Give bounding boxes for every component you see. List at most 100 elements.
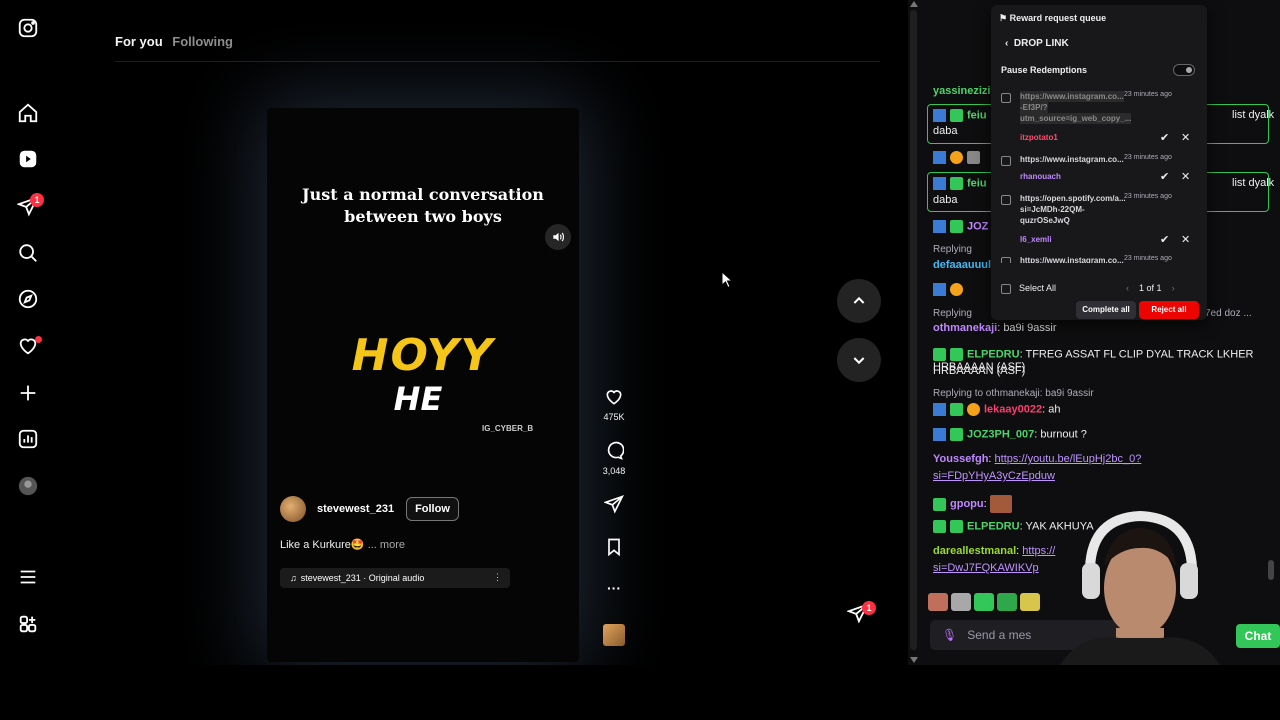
queue-user: itzpotato1 xyxy=(1020,133,1058,142)
explore-icon[interactable] xyxy=(14,285,42,313)
more-options-icon[interactable]: ··· xyxy=(600,580,628,596)
chat-line: Youssefgh: https://youtu.be/lEupHj2bc_0? xyxy=(933,453,1142,465)
queue-time: 23 minutes ago xyxy=(1124,154,1172,161)
audio-label: stevewest_231 · Original audio xyxy=(300,573,425,583)
chat-scrollbar[interactable] xyxy=(1268,560,1274,580)
emote-icon[interactable] xyxy=(951,593,971,611)
approve-check-icon[interactable]: ✔ xyxy=(1160,131,1169,144)
reject-x-icon[interactable]: ✕ xyxy=(1181,170,1190,183)
like-button[interactable]: 475K xyxy=(600,387,628,422)
queue-item-checkbox[interactable] xyxy=(1001,93,1011,103)
prev-page-icon[interactable]: ‹ xyxy=(1126,283,1129,293)
back-button[interactable]: ‹ DROP LINK xyxy=(1005,38,1069,49)
pagination: ‹ 1 of 1 › xyxy=(1126,283,1175,293)
overlay-text-small: HE xyxy=(393,380,443,418)
tab-for-you[interactable]: For you xyxy=(115,34,163,49)
queue-link: -Ef3P/? xyxy=(1020,102,1048,113)
select-all-checkbox[interactable] xyxy=(1001,284,1011,294)
chat-line: gpopu: xyxy=(933,495,1016,513)
caption-line-1: Just a normal conversation xyxy=(302,185,544,204)
chat-line: defaaauuul xyxy=(933,259,992,271)
author-username[interactable]: stevewest_231 xyxy=(317,503,394,515)
music-note-icon: ♫ xyxy=(290,573,297,583)
reward-request-popup: ⚑ Reward request queue ‹ DROP LINK Pause… xyxy=(991,5,1207,320)
home-icon[interactable] xyxy=(14,99,42,127)
popup-title: ⚑ Reward request queue xyxy=(999,13,1107,23)
tab-following[interactable]: Following xyxy=(172,34,233,49)
description-text: Like a Kurkure🤩 xyxy=(280,539,365,551)
queue-item-checkbox[interactable] xyxy=(1001,257,1011,263)
reject-x-icon[interactable]: ✕ xyxy=(1181,233,1190,246)
audio-thumbnail[interactable] xyxy=(600,624,628,646)
dashboard-icon[interactable] xyxy=(14,425,42,453)
also-from-meta-icon[interactable] xyxy=(14,610,42,638)
webcam-overlay xyxy=(1020,508,1260,665)
reply-indicator: Replying to othmanekaji: ba9i 9assir xyxy=(933,388,1094,399)
queue-link: si=JcMDh-22QM- xyxy=(1020,205,1085,214)
share-button[interactable] xyxy=(600,494,628,519)
queue-link[interactable]: https://www.instagram.co... xyxy=(1020,91,1124,102)
emote-icon[interactable] xyxy=(928,593,948,611)
messages-count-badge: 1 xyxy=(862,601,876,615)
chat-line-tail: list dyalk xyxy=(1232,177,1275,189)
chat-line-tail: list dyalk xyxy=(1232,109,1275,121)
reply-indicator: Replying xyxy=(933,308,972,319)
scroll-up-arrow-icon[interactable] xyxy=(910,1,918,7)
bottom-bar xyxy=(0,665,1280,720)
chat-line: yassinezizi xyxy=(933,85,991,97)
author-avatar[interactable] xyxy=(280,496,306,522)
reel-author: stevewest_231 Follow xyxy=(280,496,459,522)
heart-icon xyxy=(606,390,622,405)
reels-icon[interactable] xyxy=(14,145,42,173)
reject-x-icon[interactable]: ✕ xyxy=(1181,131,1190,144)
approve-check-icon[interactable]: ✔ xyxy=(1160,170,1169,183)
overlay-text-big: HOYY xyxy=(351,330,495,381)
emote-icon[interactable] xyxy=(974,593,994,611)
audio-menu-icon[interactable]: ⋮ xyxy=(493,572,502,583)
next-page-icon[interactable]: › xyxy=(1172,283,1175,293)
more-link[interactable]: ... more xyxy=(368,539,405,551)
previous-reel-button[interactable] xyxy=(837,279,881,323)
instagram-scrollbar[interactable] xyxy=(908,0,920,665)
reel-video[interactable]: Just a normal conversation between two b… xyxy=(267,108,579,662)
chat-line: feiu xyxy=(933,177,987,190)
search-icon[interactable] xyxy=(14,239,42,267)
chat-line-wrap: si=FDpYHyA3yCzEpduw xyxy=(933,470,1055,482)
complete-all-button[interactable]: Complete all xyxy=(1076,301,1136,319)
reject-all-button[interactable]: Reject all xyxy=(1139,301,1199,319)
queue-link[interactable]: https://www.instagram.co... xyxy=(1020,255,1124,263)
queue-link: utm_source=ig_web_copy_... xyxy=(1020,113,1132,124)
menu-hamburger-icon[interactable] xyxy=(14,563,42,591)
save-button[interactable] xyxy=(600,537,628,562)
bookmark-icon xyxy=(608,538,620,557)
video-watermark: IG_CYBER_B xyxy=(482,424,534,433)
queue-item-checkbox[interactable] xyxy=(1001,195,1011,205)
microphone-icon[interactable]: 🎙 xyxy=(942,628,957,642)
queue-item-checkbox[interactable] xyxy=(1001,156,1011,166)
like-count: 475K xyxy=(603,412,625,422)
create-plus-icon[interactable] xyxy=(14,379,42,407)
profile-avatar-icon[interactable] xyxy=(14,472,42,500)
follow-button[interactable]: Follow xyxy=(406,497,459,521)
mouse-cursor-icon xyxy=(721,270,734,293)
comment-button[interactable]: 3,048 xyxy=(600,441,628,476)
emote-icon[interactable] xyxy=(997,593,1017,611)
scrollbar-thumb[interactable] xyxy=(910,10,917,650)
instagram-logo-icon[interactable] xyxy=(14,14,42,42)
next-reel-button[interactable] xyxy=(837,338,881,382)
queue-time: 23 minutes ago xyxy=(1124,193,1172,200)
scroll-down-arrow-icon[interactable] xyxy=(910,657,918,663)
chat-fragment: 7ed doz ... xyxy=(1205,308,1252,319)
pause-redemptions-toggle[interactable] xyxy=(1173,64,1195,76)
share-icon xyxy=(603,495,624,514)
queue-link[interactable]: https://open.spotify.com/a... xyxy=(1020,193,1126,204)
select-all-label: Select All xyxy=(1019,283,1057,293)
caption-line-2: between two boys xyxy=(344,207,502,226)
pause-redemptions-label: Pause Redemptions xyxy=(1001,65,1088,75)
chat-line: daba xyxy=(933,125,958,137)
audio-track[interactable]: ♫ stevewest_231 · Original audio ⋮ xyxy=(280,568,510,588)
chat-line xyxy=(933,283,967,296)
chevron-down-icon xyxy=(853,357,865,365)
approve-check-icon[interactable]: ✔ xyxy=(1160,233,1169,246)
queue-link[interactable]: https://www.instagram.co... xyxy=(1020,154,1124,165)
